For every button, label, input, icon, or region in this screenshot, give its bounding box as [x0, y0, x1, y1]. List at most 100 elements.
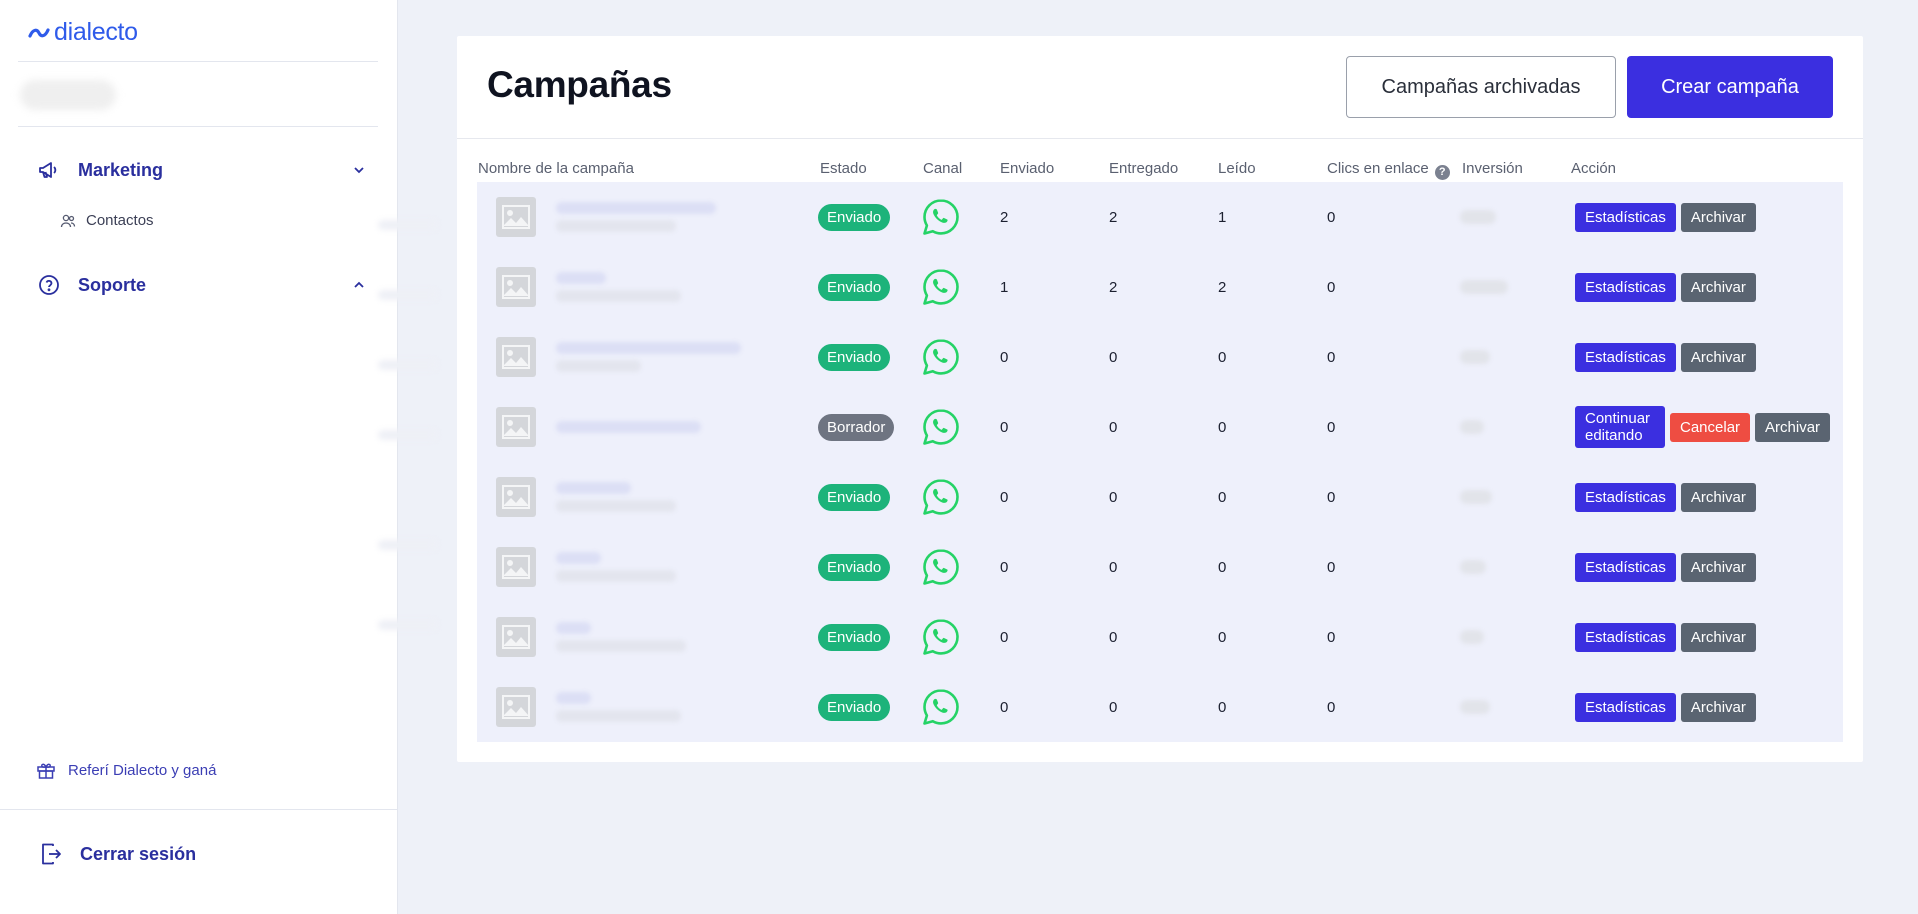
brand-logo[interactable]: dialecto: [28, 18, 138, 47]
sidebar-divider: [0, 809, 398, 810]
help-icon[interactable]: ?: [1434, 165, 1450, 180]
campaign-thumbnail: [496, 532, 536, 602]
sidebar-item-contacts[interactable]: Contactos: [60, 212, 154, 229]
status-cell: Enviado: [818, 252, 891, 322]
gift-icon: [37, 763, 55, 779]
sent-value: 0: [1000, 462, 1008, 532]
column-header-investment[interactable]: Inversión: [1462, 160, 1523, 177]
whatsapp-icon: [923, 199, 959, 235]
whatsapp-icon: [923, 619, 959, 655]
clicks-count: 0: [1327, 628, 1336, 646]
sidebar-divider: [18, 126, 378, 127]
channel-cell: [921, 602, 961, 672]
archive-button[interactable]: Archivar: [1680, 272, 1756, 302]
table-row: Enviado 0 0 0 0 Estadísticas Archivar: [477, 322, 1843, 392]
column-header-channel[interactable]: Canal: [923, 160, 962, 177]
column-header-delivered[interactable]: Entregado: [1109, 160, 1178, 177]
read-count: 0: [1218, 628, 1227, 646]
read-value: 0: [1218, 392, 1226, 462]
clicks-value: 0: [1327, 602, 1335, 672]
status-badge: Enviado: [818, 483, 891, 511]
campaign-name-link[interactable]: [556, 182, 716, 252]
investment-value-blurred: [1460, 462, 1492, 532]
campaign-name-link[interactable]: [556, 602, 686, 672]
read-value: 0: [1218, 462, 1226, 532]
column-header-clicks[interactable]: Clics en enlace?: [1327, 160, 1450, 180]
archived-campaigns-button[interactable]: Campañas archivadas: [1346, 56, 1616, 118]
table-row: Borrador 0 0 0 0 Continuar editando Cancelar …: [477, 392, 1843, 462]
status-cell: Enviado: [818, 462, 891, 532]
logout-button[interactable]: Cerrar sesión: [40, 842, 196, 866]
image-placeholder-icon: [502, 625, 530, 649]
continue-label-line2: editando: [1585, 427, 1643, 444]
channel-cell: [921, 182, 961, 252]
campaign-thumbnail: [496, 252, 536, 322]
statistics-button[interactable]: Estadísticas: [1575, 202, 1676, 232]
campaign-thumbnail: [496, 602, 536, 672]
statistics-button[interactable]: Estadísticas: [1575, 342, 1676, 372]
clicks-value: 0: [1327, 392, 1335, 462]
delivered-value: 0: [1109, 672, 1117, 742]
statistics-button[interactable]: Estadísticas: [1575, 482, 1676, 512]
statistics-button[interactable]: Estadísticas: [1575, 692, 1676, 722]
investment-value-blurred: [1460, 322, 1490, 392]
read-value: 0: [1218, 532, 1226, 602]
column-header-sent[interactable]: Enviado: [1000, 160, 1054, 177]
archive-button[interactable]: Archivar: [1680, 692, 1756, 722]
page-title: Campañas: [487, 64, 672, 105]
help-circle-icon: [36, 272, 62, 298]
statistics-button[interactable]: Estadísticas: [1575, 552, 1676, 582]
column-header-status[interactable]: Estado: [820, 160, 867, 177]
image-placeholder-icon: [502, 205, 530, 229]
table-header: Nombre de la campaña Estado Canal Enviad…: [457, 160, 1863, 180]
sent-value: 0: [1000, 392, 1008, 462]
clicks-value: 0: [1327, 322, 1335, 392]
continue-editing-button[interactable]: Continuar editando: [1575, 406, 1665, 448]
campaign-name-link[interactable]: [556, 462, 676, 532]
campaign-name-link[interactable]: [556, 532, 676, 602]
sent-value: 1: [1000, 252, 1008, 322]
archive-button[interactable]: Archivar: [1680, 482, 1756, 512]
campaign-thumbnail: [496, 182, 536, 252]
status-badge: Enviado: [818, 203, 891, 231]
refer-link[interactable]: Referí Dialecto y ganá: [36, 760, 216, 780]
channel-cell: [921, 252, 961, 322]
sent-count: 0: [1000, 628, 1009, 646]
sent-count: 2: [1000, 208, 1009, 226]
image-placeholder-icon: [502, 345, 530, 369]
sent-count: 0: [1000, 488, 1009, 506]
delivered-value: 2: [1109, 182, 1117, 252]
archive-button[interactable]: Archivar: [1680, 622, 1756, 652]
image-placeholder-icon: [502, 485, 530, 509]
investment-value-blurred: [1460, 602, 1484, 672]
read-value: 0: [1218, 602, 1226, 672]
campaign-name-link[interactable]: [556, 392, 701, 462]
sidebar: dialecto Marketing Contactos Soporte Ref…: [0, 0, 398, 914]
column-header-read[interactable]: Leído: [1218, 160, 1256, 177]
read-count: 0: [1218, 698, 1227, 716]
sent-value: 0: [1000, 672, 1008, 742]
archive-button[interactable]: Archivar: [1680, 552, 1756, 582]
column-header-name[interactable]: Nombre de la campaña: [478, 160, 634, 177]
archive-button[interactable]: Archivar: [1755, 412, 1831, 442]
statistics-button[interactable]: Estadísticas: [1575, 272, 1676, 302]
create-campaign-button[interactable]: Crear campaña: [1627, 56, 1833, 118]
campaign-name-link[interactable]: [556, 322, 741, 392]
statistics-button[interactable]: Estadísticas: [1575, 622, 1676, 652]
clicks-value: 0: [1327, 672, 1335, 742]
archive-button[interactable]: Archivar: [1680, 202, 1756, 232]
campaign-name-link[interactable]: [556, 252, 681, 322]
delivered-value: 0: [1109, 322, 1117, 392]
cancel-button[interactable]: Cancelar: [1670, 412, 1751, 442]
sidebar-item-support[interactable]: Soporte: [36, 272, 366, 298]
status-cell: Enviado: [818, 322, 891, 392]
campaign-name-link[interactable]: [556, 672, 681, 742]
delivered-count: 2: [1109, 278, 1118, 296]
dialecto-logo-icon: [28, 27, 50, 38]
sidebar-item-marketing[interactable]: Marketing: [36, 157, 366, 183]
megaphone-icon: [36, 157, 62, 183]
archive-button[interactable]: Archivar: [1680, 342, 1756, 372]
status-cell: Enviado: [818, 182, 891, 252]
sent-count: 0: [1000, 348, 1009, 366]
table-row: Enviado 2 2 1 0 Estadísticas Archivar: [477, 182, 1843, 252]
